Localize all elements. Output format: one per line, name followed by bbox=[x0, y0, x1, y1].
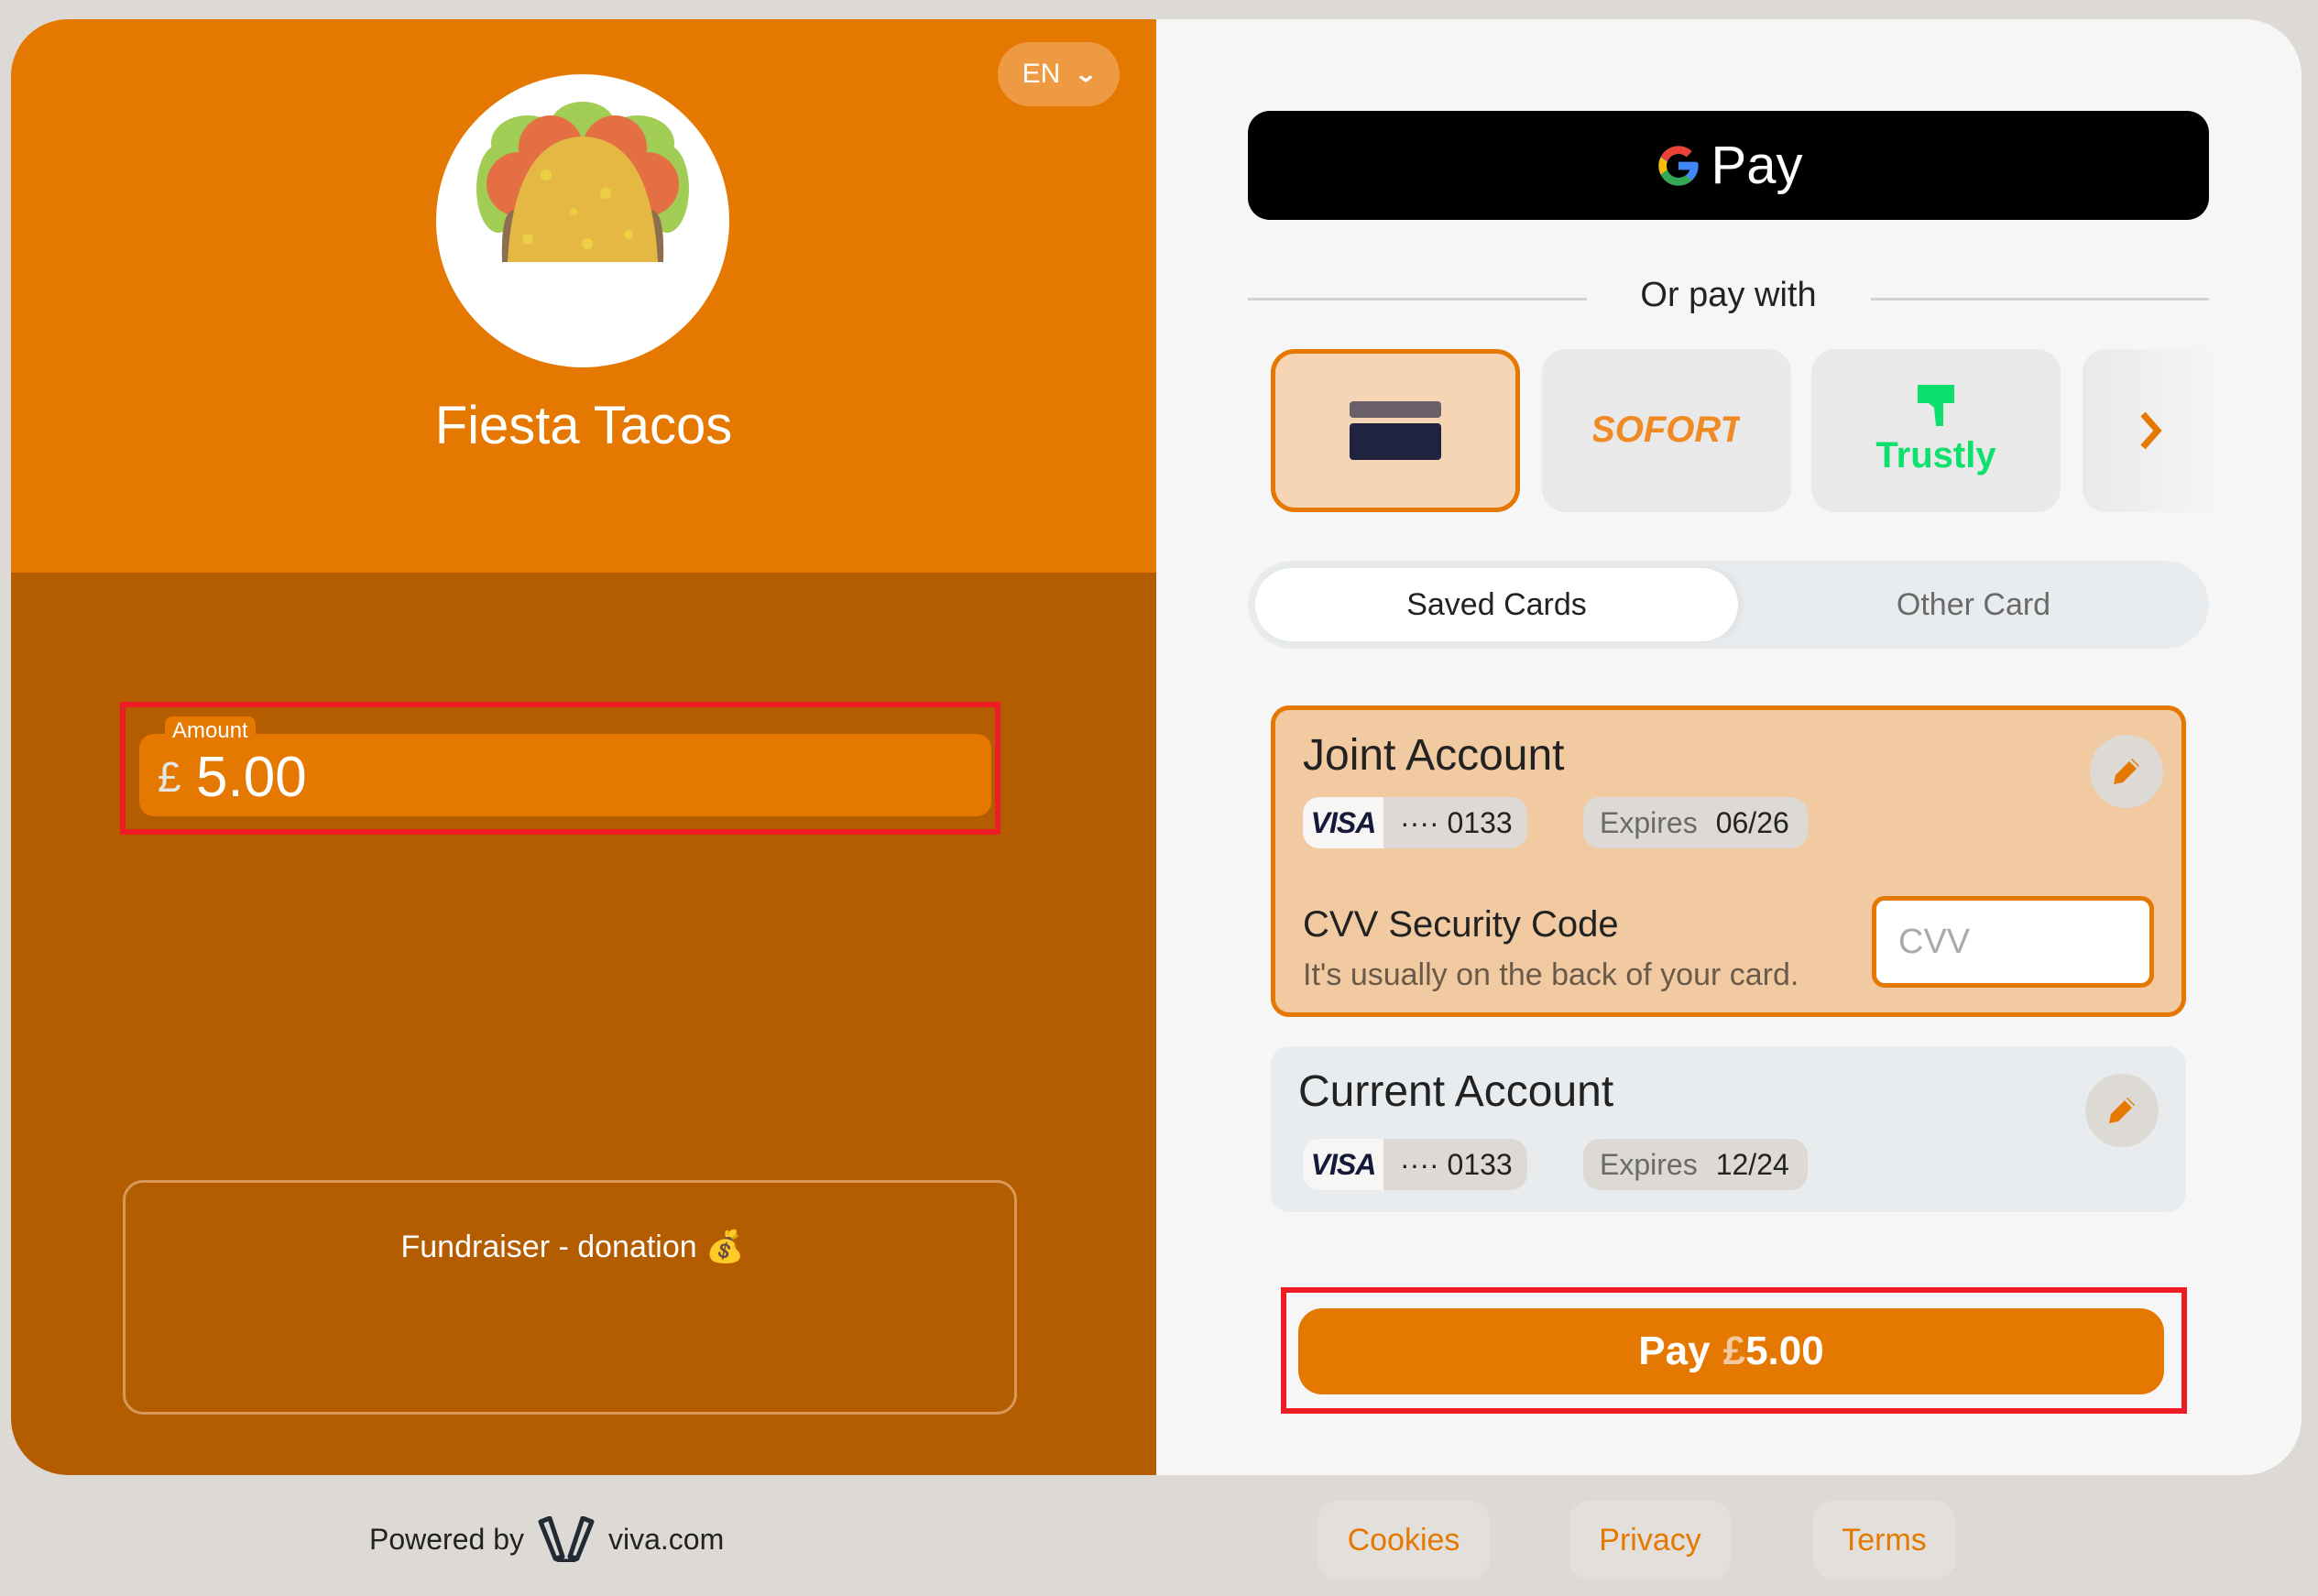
payment-method-sofort[interactable]: SOFORT bbox=[1542, 349, 1791, 512]
tab-other-card[interactable]: Other Card bbox=[1738, 568, 2209, 641]
powered-by: Powered by viva.com bbox=[369, 1516, 724, 1562]
or-pay-with-divider: Or pay with bbox=[1248, 276, 2209, 322]
pencil-icon bbox=[2114, 759, 2139, 784]
cvv-help-text: It's usually on the back of your card. bbox=[1303, 957, 1799, 992]
pay-label: Pay bbox=[1638, 1328, 1711, 1373]
or-pay-with-text: Or pay with bbox=[1640, 276, 1817, 314]
card-mask: ···· 0133 bbox=[1383, 806, 1527, 840]
saved-card-current-account[interactable]: Current Account VISA ···· 0133 Expires 1… bbox=[1271, 1046, 2186, 1212]
edit-card-button[interactable] bbox=[2090, 735, 2163, 808]
visa-logo-icon: VISA bbox=[1303, 1139, 1383, 1190]
card-number-chip: VISA ···· 0133 bbox=[1303, 1139, 1527, 1190]
footer-link-terms[interactable]: Terms bbox=[1813, 1501, 1955, 1580]
footer-link-privacy[interactable]: Privacy bbox=[1569, 1501, 1731, 1580]
masked-digits: ···· bbox=[1400, 805, 1439, 839]
viva-brand-text: viva.com bbox=[607, 1522, 725, 1556]
expires-label: Expires bbox=[1600, 805, 1698, 839]
google-pay-button[interactable]: Pay bbox=[1248, 111, 2209, 220]
payment-method-card[interactable] bbox=[1271, 349, 1520, 512]
svg-text:SOFORT: SOFORT bbox=[1593, 410, 1740, 450]
powered-by-text: Powered by bbox=[369, 1522, 524, 1556]
donation-box: Fundraiser - donation 💰 bbox=[123, 1180, 1017, 1415]
svg-text:Trustly: Trustly bbox=[1875, 435, 1996, 476]
amount-input[interactable]: £ 5.00 bbox=[139, 734, 991, 816]
expires-value: 12/24 bbox=[1715, 1147, 1789, 1181]
google-g-icon bbox=[1657, 145, 1699, 186]
card-mask: ···· 0133 bbox=[1383, 1148, 1527, 1182]
card-expiry-chip: Expires 12/24 bbox=[1583, 1139, 1808, 1190]
merchant-header: EN ⌄ Fiesta Tacos bbox=[11, 19, 1156, 573]
language-selector[interactable]: EN ⌄ bbox=[998, 42, 1120, 106]
donation-label: Fundraiser - donation 💰 bbox=[126, 1229, 1020, 1265]
merchant-logo bbox=[436, 74, 729, 367]
payment-method-trustly[interactable]: Trustly bbox=[1811, 349, 2061, 512]
divider-line-right bbox=[1871, 298, 2209, 301]
footer-link-cookies[interactable]: Cookies bbox=[1318, 1501, 1490, 1580]
viva-logo-icon bbox=[538, 1516, 595, 1562]
currency-symbol: £ bbox=[158, 753, 181, 801]
tab-saved-cards[interactable]: Saved Cards bbox=[1255, 568, 1738, 641]
edit-card-button[interactable] bbox=[2085, 1074, 2159, 1147]
masked-digits: ···· bbox=[1400, 1147, 1439, 1181]
language-code: EN bbox=[1022, 59, 1061, 89]
card-last4: 0133 bbox=[1447, 805, 1513, 839]
card-name: Current Account bbox=[1298, 1067, 1614, 1116]
pay-value: 5.00 bbox=[1745, 1328, 1824, 1373]
pay-currency: £ bbox=[1722, 1328, 1746, 1373]
pencil-icon bbox=[2109, 1098, 2135, 1123]
card-expiry-chip: Expires 06/26 bbox=[1583, 797, 1808, 848]
chevron-right-icon bbox=[2140, 411, 2162, 450]
taco-icon bbox=[476, 102, 689, 262]
cvv-title: CVV Security Code bbox=[1303, 904, 1619, 945]
amount-label: Amount bbox=[165, 716, 256, 744]
card-last4: 0133 bbox=[1447, 1147, 1513, 1181]
pay-button[interactable]: Pay £5.00 bbox=[1298, 1308, 2164, 1394]
money-bag-icon: 💰 bbox=[705, 1230, 745, 1264]
card-number-chip: VISA ···· 0133 bbox=[1303, 797, 1527, 848]
payment-methods-next-button[interactable] bbox=[2083, 349, 2220, 512]
expires-value: 06/26 bbox=[1715, 805, 1789, 839]
google-pay-label: Pay bbox=[1711, 136, 1803, 195]
cvv-input[interactable] bbox=[1872, 896, 2154, 988]
pay-amount: £5.00 bbox=[1723, 1328, 1824, 1374]
saved-card-joint-account[interactable]: Joint Account VISA ···· 0133 Expires 06/… bbox=[1271, 705, 2186, 1017]
card-tabs: Saved Cards Other Card bbox=[1248, 561, 2209, 649]
amount-value[interactable]: 5.00 bbox=[196, 745, 307, 810]
card-name: Joint Account bbox=[1303, 731, 1565, 780]
donation-text: Fundraiser - donation bbox=[400, 1230, 697, 1264]
visa-logo-icon: VISA bbox=[1303, 797, 1383, 848]
trustly-logo-icon: Trustly bbox=[1875, 385, 1996, 476]
sofort-logo-icon: SOFORT bbox=[1593, 410, 1740, 450]
chevron-down-icon: ⌄ bbox=[1074, 61, 1099, 87]
expires-label: Expires bbox=[1600, 1147, 1698, 1181]
merchant-name: Fiesta Tacos bbox=[434, 396, 733, 455]
credit-card-icon bbox=[1350, 401, 1441, 460]
